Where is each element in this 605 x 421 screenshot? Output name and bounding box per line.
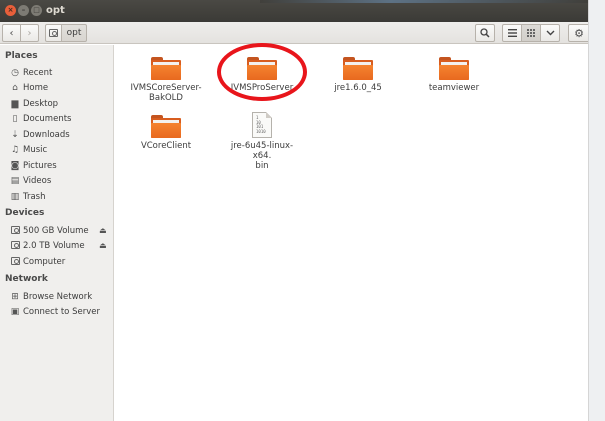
film-icon: ▤ xyxy=(10,176,20,186)
download-icon: ⇣ xyxy=(11,130,19,140)
file-name: teamviewer xyxy=(428,83,480,93)
sidebar-item-label: Desktop xyxy=(23,99,59,109)
breadcrumb-drive-button[interactable] xyxy=(45,24,62,42)
eject-icon[interactable]: ⏏ xyxy=(99,226,107,235)
title-bar-accent xyxy=(260,0,588,3)
file-name: VCoreClient xyxy=(140,141,192,151)
file-name: IVMSCoreServer- BakOLD xyxy=(130,83,202,103)
maximize-window-button[interactable]: □ xyxy=(31,5,42,16)
file-name: jre-6u45-linux-x64. bin xyxy=(230,141,294,171)
network-icon: ⊞ xyxy=(11,292,19,302)
folder-item[interactable]: jre1.6.0_45 xyxy=(318,57,398,93)
sidebar-item-label: Videos xyxy=(23,176,52,186)
folder-icon xyxy=(343,57,373,80)
list-icon xyxy=(507,29,517,37)
toolbar: ‹ › opt ⚙ xyxy=(0,22,590,44)
sidebar-item-desktop[interactable]: ▆ Desktop xyxy=(10,97,59,111)
grid-icon xyxy=(527,29,535,37)
sidebar-item-pictures[interactable]: ◙ Pictures xyxy=(10,159,57,173)
forward-arrow-icon: › xyxy=(27,27,32,39)
trash-icon: ▥ xyxy=(10,192,20,202)
folder-item[interactable]: IVMSCoreServer- BakOLD xyxy=(126,57,206,103)
back-button[interactable]: ‹ xyxy=(2,24,21,42)
drive-icon xyxy=(10,225,20,234)
sidebar-item-label: 2.0 TB Volume xyxy=(23,241,85,251)
sidebar-item-downloads[interactable]: ⇣ Downloads xyxy=(10,128,70,142)
sidebar-item-music[interactable]: ♫ Music xyxy=(10,143,47,157)
drive-icon xyxy=(49,29,58,37)
search-icon xyxy=(480,28,490,38)
sidebar-item-home[interactable]: ⌂ Home xyxy=(10,81,48,95)
places-header: Places xyxy=(5,51,38,61)
window-edge xyxy=(588,0,605,421)
sidebar-item-label: Downloads xyxy=(23,130,70,140)
desktop-icon: ▆ xyxy=(11,99,19,109)
folder-item[interactable]: VCoreClient xyxy=(126,115,206,151)
sidebar-item-label: 500 GB Volume xyxy=(23,226,89,236)
sidebar-item-label: Documents xyxy=(23,114,72,124)
sidebar-item-label: Browse Network xyxy=(23,292,93,302)
sidebar-item-videos[interactable]: ▤ Videos xyxy=(10,174,52,188)
home-icon: ⌂ xyxy=(12,83,18,93)
file-view: IVMSCoreServer- BakOLD IVMSProServer jre… xyxy=(115,43,588,421)
sidebar-item-browse-network[interactable]: ⊞ Browse Network xyxy=(10,290,92,304)
minimize-window-button[interactable]: – xyxy=(18,5,29,16)
folder-icon xyxy=(151,115,181,138)
chevron-down-icon xyxy=(546,30,554,36)
sidebar-item-documents[interactable]: ▯ Documents xyxy=(10,112,72,126)
sidebar: Places ◷ Recent ⌂ Home ▆ Desktop ▯ Docum… xyxy=(0,45,114,421)
settings-button[interactable]: ⚙ xyxy=(568,24,590,42)
grid-view-button[interactable] xyxy=(521,24,541,42)
binary-file-icon: 1 10 101 1010 xyxy=(252,112,272,138)
folder-item[interactable]: teamviewer xyxy=(414,57,494,93)
sidebar-item-label: Connect to Server xyxy=(23,307,100,317)
file-name: jre1.6.0_45 xyxy=(334,83,382,93)
network-header: Network xyxy=(5,274,48,284)
breadcrumb-label: opt xyxy=(66,28,82,38)
sidebar-item-trash[interactable]: ▥ Trash xyxy=(10,190,46,204)
camera-icon: ◙ xyxy=(10,161,20,171)
gear-icon: ⚙ xyxy=(574,26,584,40)
sidebar-item-label: Trash xyxy=(23,192,46,202)
folder-icon xyxy=(439,57,469,80)
file-item[interactable]: 1 10 101 1010 jre-6u45-linux-x64. bin xyxy=(222,112,302,171)
sidebar-item-computer[interactable]: Computer xyxy=(10,255,65,269)
breadcrumb-opt-button[interactable]: opt xyxy=(61,24,87,42)
music-icon: ♫ xyxy=(10,145,20,155)
title-bar: × – □ opt xyxy=(0,0,588,22)
drive-icon xyxy=(10,256,20,265)
sidebar-item-label: Home xyxy=(23,83,49,93)
close-window-button[interactable]: × xyxy=(5,5,16,16)
folder-icon xyxy=(151,57,181,80)
sidebar-item-label: Recent xyxy=(23,68,53,78)
window-title: opt xyxy=(46,5,65,16)
forward-button[interactable]: › xyxy=(20,24,39,42)
back-arrow-icon: ‹ xyxy=(9,27,14,39)
sidebar-item-label: Music xyxy=(23,145,48,155)
sidebar-item-recent[interactable]: ◷ Recent xyxy=(10,66,52,80)
sidebar-item-500gb-volume[interactable]: 500 GB Volume xyxy=(10,224,89,238)
search-button[interactable] xyxy=(475,24,495,42)
sidebar-item-label: Pictures xyxy=(23,161,57,171)
sidebar-item-connect-to-server[interactable]: ▣ Connect to Server xyxy=(10,305,100,319)
server-icon: ▣ xyxy=(10,307,20,317)
list-view-button[interactable] xyxy=(502,24,522,42)
sidebar-item-label: Computer xyxy=(23,257,66,267)
devices-header: Devices xyxy=(5,208,45,218)
view-options-button[interactable] xyxy=(540,24,560,42)
clock-icon: ◷ xyxy=(11,68,19,78)
eject-icon[interactable]: ⏏ xyxy=(99,241,107,250)
sidebar-item-2tb-volume[interactable]: 2.0 TB Volume xyxy=(10,239,85,253)
drive-icon xyxy=(10,240,20,249)
document-icon: ▯ xyxy=(12,114,18,124)
red-circle-annotation xyxy=(217,43,307,101)
